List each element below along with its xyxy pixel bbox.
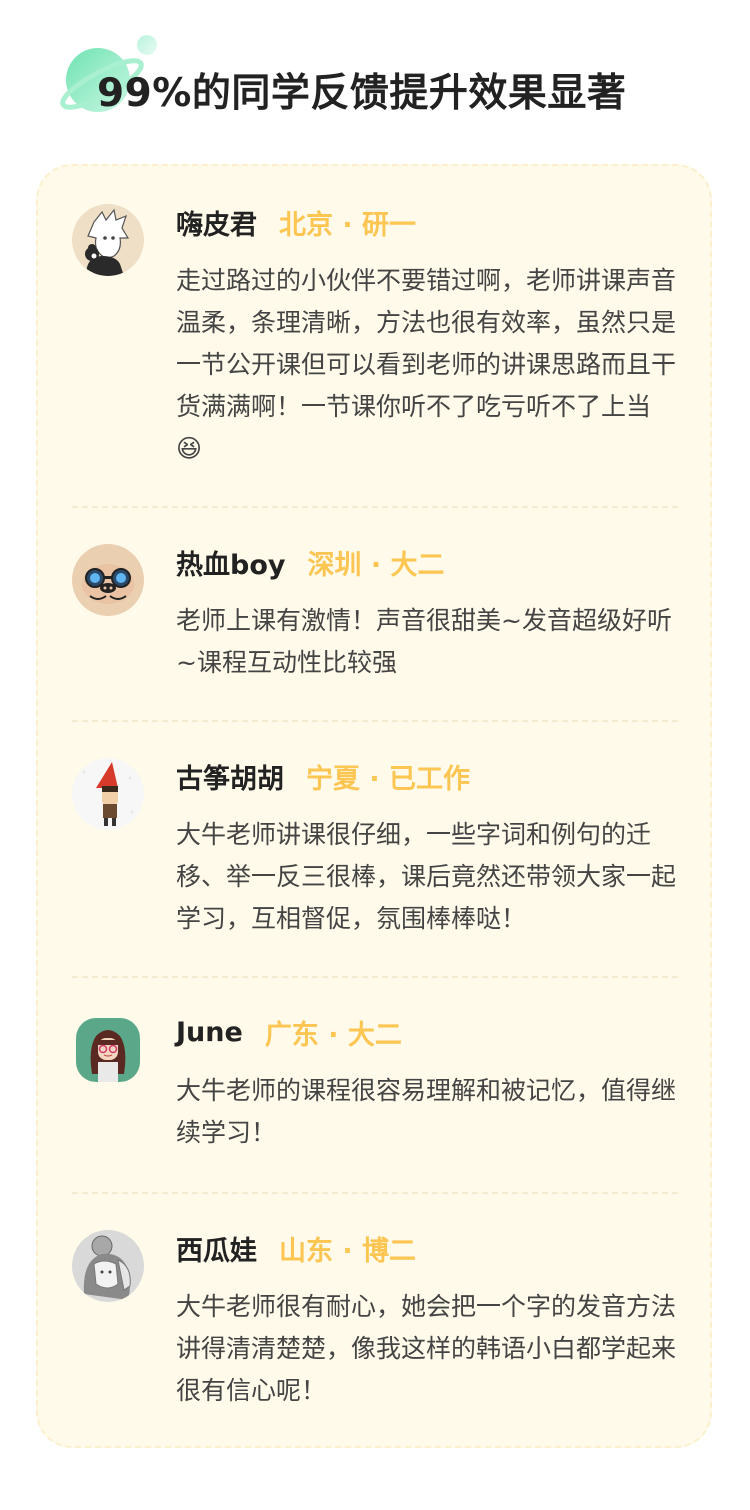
user-name: 热血boy — [176, 549, 286, 581]
review-comment: 走过路过的小伙伴不要错过啊，老师讲课声音温柔，条理清晰，方法也很有效率，虽然只是… — [176, 266, 677, 463]
user-name: 西瓜娃 — [176, 1235, 257, 1267]
divider — [72, 720, 678, 722]
user-location: 山东 · 博二 — [279, 1235, 417, 1267]
sketch-girl-avatar[interactable] — [72, 1230, 144, 1302]
review-comment: 大牛老师的课程很容易理解和被记忆，值得继续学习！ — [176, 1076, 677, 1147]
divider — [72, 976, 678, 978]
user-name: June — [176, 1016, 243, 1048]
review-header: 西瓜娃 山东 · 博二 — [176, 1228, 416, 1268]
user-location: 广东 · 大二 — [264, 1019, 402, 1051]
page-title: 99%的同学反馈提升效果显著 — [97, 71, 627, 116]
pig-goggles-avatar[interactable] — [72, 544, 144, 616]
divider — [72, 506, 678, 508]
user-name: 古筝胡胡 — [176, 763, 284, 795]
anime-boy-avatar[interactable] — [72, 204, 144, 276]
review-header: June 广东 · 大二 — [176, 1012, 402, 1052]
review-comment: 老师上课有激情！声音很甜美~发音超级好听~课程互动性比较强 — [176, 606, 672, 677]
girl-glasses-avatar[interactable] — [76, 1018, 140, 1082]
user-name: 嗨皮君 — [176, 209, 257, 241]
review-header: 热血boy 深圳 · 大二 — [176, 542, 445, 582]
divider — [72, 1192, 678, 1194]
review-comment: 大牛老师很有耐心，她会把一个字的发音方法讲得清清楚楚，像我这样的韩语小白都学起来… — [176, 1292, 677, 1405]
review-header: 嗨皮君 北京 · 研一 — [176, 202, 416, 242]
review-comment: 大牛老师讲课很仔细，一些字词和例句的迁移、举一反三很棒，课后竟然还带领大家一起学… — [176, 820, 677, 933]
witch-hat-avatar[interactable] — [72, 758, 144, 830]
user-location: 宁夏 · 已工作 — [306, 763, 471, 795]
header: 99%的同学反馈提升效果显著 — [0, 0, 750, 150]
review-header: 古筝胡胡 宁夏 · 已工作 — [176, 756, 470, 796]
reviews-card: 嗨皮君 北京 · 研一 走过路过的小伙伴不要错过啊，老师讲课声音温柔，条理清晰，… — [36, 164, 712, 1448]
user-location: 深圳 · 大二 — [307, 549, 445, 581]
user-location: 北京 · 研一 — [279, 209, 417, 241]
